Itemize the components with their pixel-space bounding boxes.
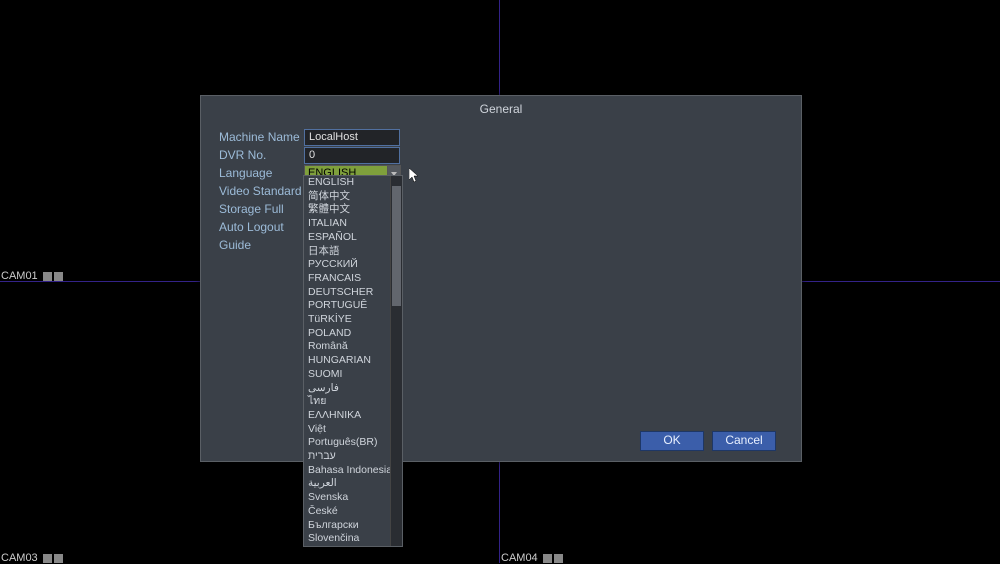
cam-status-icon [43, 554, 52, 563]
language-option[interactable]: 日本語 [304, 245, 402, 259]
cam-label-3: CAM03 [1, 552, 64, 564]
label-dvr-no: DVR No. [219, 148, 304, 162]
cam-label-1: CAM01 [1, 270, 64, 282]
language-option[interactable]: Bahasa Indonesia [304, 464, 402, 478]
general-settings-dialog: General Machine Name DVR No. Language EN… [200, 95, 802, 462]
language-option[interactable]: עברית [304, 450, 402, 464]
cam-label-text: CAM04 [501, 552, 538, 564]
language-option[interactable]: Việt [304, 423, 402, 437]
language-option[interactable]: 简体中文 [304, 190, 402, 204]
machine-name-input[interactable] [304, 129, 400, 146]
language-option[interactable]: ไทย [304, 395, 402, 409]
dialog-title: General [201, 96, 801, 120]
language-option[interactable]: فارسی [304, 382, 402, 396]
cam-label-text: CAM03 [1, 552, 38, 564]
cam-status-icons [42, 272, 64, 281]
dialog-body: Machine Name DVR No. Language ENGLISH Vi… [201, 120, 801, 262]
cam-status-icons [42, 554, 64, 563]
language-option[interactable]: FRANCAIS [304, 272, 402, 286]
label-language: Language [219, 166, 304, 180]
language-option[interactable]: Slovenčina [304, 532, 402, 546]
dialog-button-row: OK Cancel [640, 431, 776, 451]
language-dropdown[interactable]: ENGLISH简体中文繁體中文ITALIANESPAÑOL日本語РУССКИЙF… [303, 175, 403, 547]
language-option[interactable]: České [304, 505, 402, 519]
language-option[interactable]: PORTUGUÊ [304, 299, 402, 313]
language-option[interactable]: ITALIAN [304, 217, 402, 231]
cam-status-icons [542, 554, 564, 563]
language-option[interactable]: ΕΛΛΗΝΙΚΑ [304, 409, 402, 423]
cam-status-icon [54, 272, 63, 281]
dropdown-scrollbar[interactable] [390, 176, 402, 546]
language-option[interactable]: POLAND [304, 327, 402, 341]
cam-status-icon [543, 554, 552, 563]
language-option[interactable]: Български [304, 519, 402, 533]
label-machine-name: Machine Name [219, 130, 304, 144]
language-option[interactable]: HUNGARIAN [304, 354, 402, 368]
cam-label-4: CAM04 [501, 552, 564, 564]
label-auto-logout: Auto Logout [219, 220, 304, 234]
cam-label-text: CAM01 [1, 270, 38, 282]
cam-status-icon [43, 272, 52, 281]
ok-button[interactable]: OK [640, 431, 704, 451]
language-option[interactable]: TüRKİYE [304, 313, 402, 327]
language-option[interactable]: ESPAÑOL [304, 231, 402, 245]
language-option[interactable]: Română [304, 340, 402, 354]
language-option[interactable]: 繁體中文 [304, 203, 402, 217]
language-option[interactable]: ENGLISH [304, 176, 402, 190]
language-option[interactable]: Svenska [304, 491, 402, 505]
cam-status-icon [54, 554, 63, 563]
cancel-button[interactable]: Cancel [712, 431, 776, 451]
language-option[interactable]: DEUTSCHER [304, 286, 402, 300]
language-option[interactable]: العربية [304, 477, 402, 491]
language-option[interactable]: РУССКИЙ [304, 258, 402, 272]
language-option[interactable]: Português(BR) [304, 436, 402, 450]
cam-status-icon [554, 554, 563, 563]
label-storage-full: Storage Full [219, 202, 304, 216]
language-option[interactable]: SUOMI [304, 368, 402, 382]
dropdown-scrollbar-thumb[interactable] [392, 186, 401, 306]
label-video-standard: Video Standard [219, 184, 304, 198]
label-guide: Guide [219, 238, 304, 252]
dvr-no-input[interactable] [304, 147, 400, 164]
